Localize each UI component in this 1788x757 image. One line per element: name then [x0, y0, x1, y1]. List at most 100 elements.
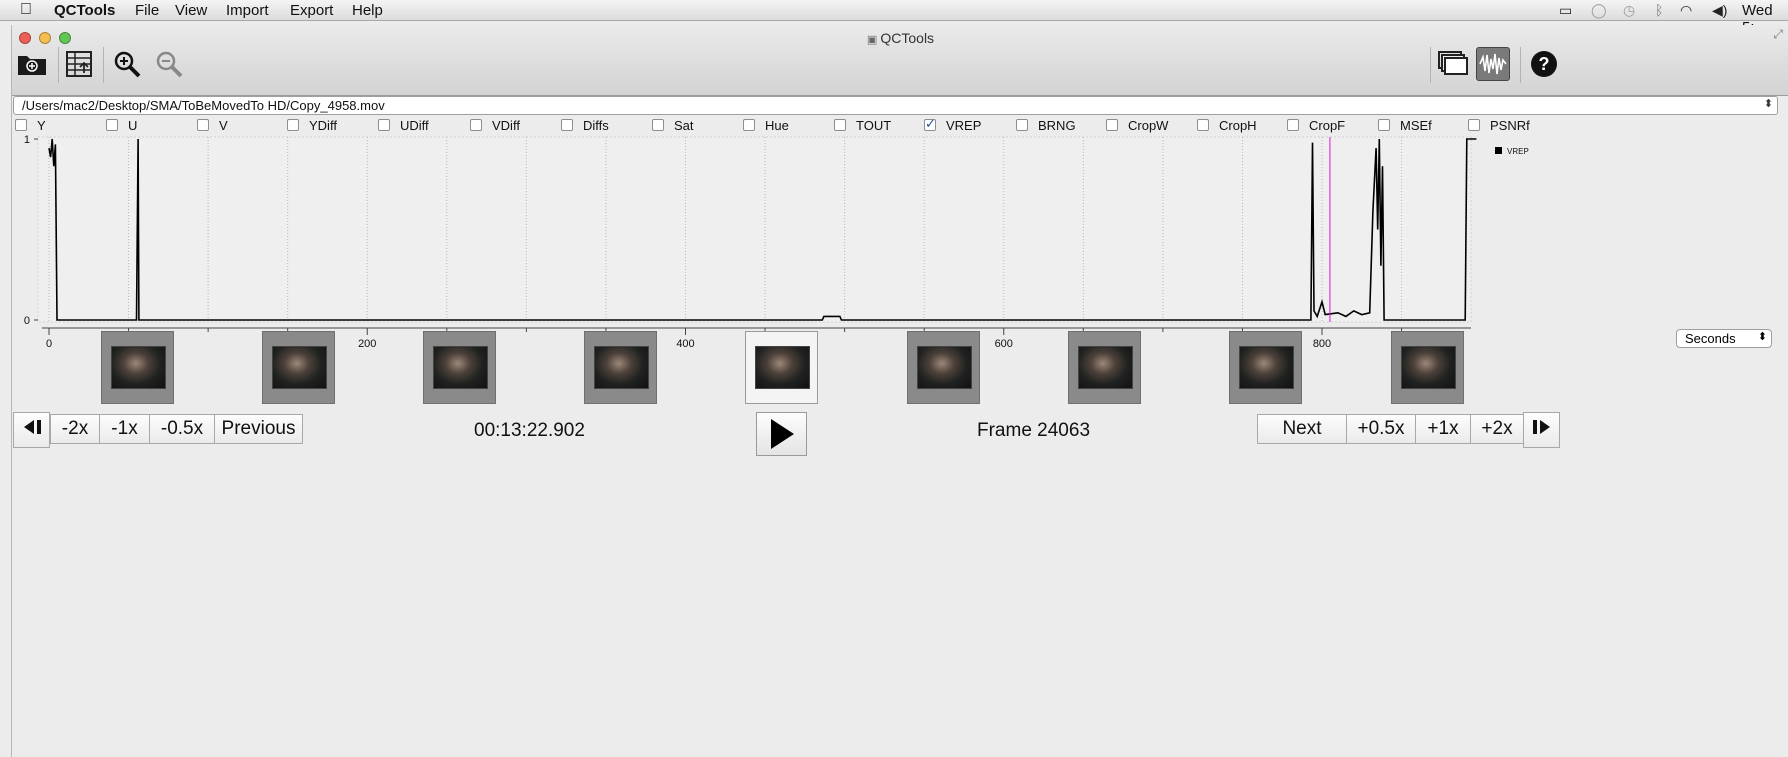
step-back-icon [23, 420, 41, 434]
bluetooth-icon[interactable]: ᛒ [1655, 2, 1663, 18]
filter-checkbox-vdiff[interactable]: VDiff [470, 117, 520, 133]
fullscreen-icon[interactable]: ⤢ [1773, 27, 1783, 42]
file-path-select[interactable]: /Users/mac2/Desktop/SMA/ToBeMovedTo HD/C… [13, 96, 1778, 115]
filter-checkbox-ydiff[interactable]: YDiff [287, 117, 337, 133]
menu-export[interactable]: Export [290, 2, 333, 19]
next-frame-button[interactable] [1523, 412, 1560, 448]
show-frames-button[interactable] [1436, 47, 1470, 81]
checkbox-unchecked-icon[interactable] [1378, 119, 1390, 131]
toolbar-separator [58, 47, 59, 83]
filter-label: YDiff [309, 117, 337, 133]
thumbnail[interactable] [262, 331, 335, 404]
checkbox-unchecked-icon[interactable] [106, 119, 118, 131]
menu-bar:  QCTools File View Import Export Help ▭… [0, 0, 1788, 36]
thumbnail-image [1078, 346, 1133, 389]
previous-button[interactable]: Previous [214, 414, 303, 444]
open-file-button[interactable] [15, 47, 49, 81]
checkbox-unchecked-icon[interactable] [287, 119, 299, 131]
filter-label: CropF [1309, 117, 1346, 133]
thumbnail-image [917, 346, 972, 389]
filter-label: VDiff [492, 117, 520, 133]
speed-minus-2x-button[interactable]: -2x [50, 414, 100, 444]
speed-plus-0-5x-button[interactable]: +0.5x [1346, 414, 1416, 444]
menu-file[interactable]: File [135, 2, 159, 19]
checkbox-unchecked-icon[interactable] [1468, 119, 1480, 131]
thumbnail-image [1401, 346, 1456, 389]
filter-checkbox-psnrf[interactable]: PSNRf [1468, 117, 1530, 133]
y-tick-label: 0 [24, 315, 30, 327]
play-button[interactable] [756, 412, 807, 456]
legend-swatch [1495, 147, 1502, 154]
filter-checkbox-y[interactable]: Y [15, 117, 46, 133]
plot-canvas [37, 136, 1472, 323]
thumbnail[interactable] [1391, 331, 1464, 404]
checkbox-unchecked-icon[interactable] [1287, 119, 1299, 131]
filter-checkbox-cropf[interactable]: CropF [1287, 117, 1345, 133]
checkbox-unchecked-icon[interactable] [378, 119, 390, 131]
show-graphs-button[interactable] [1476, 47, 1510, 81]
menu-import[interactable]: Import [226, 2, 269, 19]
speed-minus-1x-button[interactable]: -1x [99, 414, 150, 444]
x-tick-label: 0 [46, 338, 52, 348]
checkbox-unchecked-icon[interactable] [1106, 119, 1118, 131]
menu-help[interactable]: Help [352, 2, 383, 19]
thumbnail[interactable] [907, 331, 980, 404]
thumbnail[interactable] [1068, 331, 1141, 404]
checkbox-unchecked-icon[interactable] [561, 119, 573, 131]
vrep-graph[interactable]: 0 1 VREP 0 200 400 600 800 [12, 133, 1788, 348]
filter-label: CropW [1128, 117, 1169, 133]
wifi-icon[interactable]: ◠ [1680, 2, 1692, 19]
messages-icon[interactable]: ◯ [1591, 2, 1607, 19]
checkbox-unchecked-icon[interactable] [834, 119, 846, 131]
zoom-in-icon [114, 51, 141, 78]
checkbox-unchecked-icon[interactable] [743, 119, 755, 131]
volume-icon[interactable]: ◀) [1712, 2, 1727, 19]
thumbnail[interactable] [745, 331, 818, 404]
filter-checkbox-sat[interactable]: Sat [652, 117, 694, 133]
filter-checkbox-vrep[interactable]: VREP [924, 116, 982, 133]
filter-checkbox-brng[interactable]: BRNG [1016, 117, 1076, 133]
filter-checkbox-tout[interactable]: TOUT [834, 117, 891, 133]
zoom-out-button[interactable] [152, 47, 186, 81]
airplay-icon[interactable]: ▭ [1559, 2, 1572, 19]
thumbnail[interactable] [1229, 331, 1302, 404]
checkbox-unchecked-icon[interactable] [15, 119, 27, 131]
export-table-button[interactable] [62, 47, 96, 81]
filter-checkbox-u[interactable]: U [106, 117, 137, 133]
filter-checkbox-msef[interactable]: MSEf [1378, 117, 1432, 133]
checkbox-unchecked-icon[interactable] [652, 119, 664, 131]
checkbox-unchecked-icon[interactable] [197, 119, 209, 131]
speed-minus-0-5x-button[interactable]: -0.5x [149, 414, 215, 444]
filter-checkbox-v[interactable]: V [197, 117, 228, 133]
speed-plus-2x-button[interactable]: +2x [1470, 414, 1524, 444]
filter-checkbox-hue[interactable]: Hue [743, 117, 789, 133]
checkbox-unchecked-icon[interactable] [1197, 119, 1209, 131]
play-icon [770, 419, 794, 449]
speed-plus-1x-button[interactable]: +1x [1415, 414, 1471, 444]
filter-label: TOUT [856, 117, 892, 133]
previous-frame-button[interactable] [13, 412, 50, 448]
filter-checkbox-udiff[interactable]: UDiff [378, 117, 429, 133]
folder-add-icon [18, 56, 46, 75]
menu-view[interactable]: View [175, 2, 207, 19]
time-machine-icon[interactable]: ◷ [1623, 2, 1635, 19]
help-button[interactable]: ? [1527, 47, 1561, 81]
x-unit-select[interactable]: Seconds ⬍ [1676, 329, 1772, 348]
thumbnail[interactable] [423, 331, 496, 404]
filter-checkbox-cropw[interactable]: CropW [1106, 117, 1168, 133]
legend-label: VREP [1507, 147, 1529, 156]
filter-checkbox-croph[interactable]: CropH [1197, 117, 1257, 133]
filter-checkbox-diffs[interactable]: Diffs [561, 117, 609, 133]
thumbnail[interactable] [584, 331, 657, 404]
thumbnail[interactable] [101, 331, 174, 404]
zoom-in-button[interactable] [110, 47, 144, 81]
checkbox-unchecked-icon[interactable] [470, 119, 482, 131]
checkbox-unchecked-icon[interactable] [1016, 119, 1028, 131]
filter-label: VREP [946, 117, 982, 133]
apple-icon[interactable]:  [20, 1, 32, 19]
menu-app-name[interactable]: QCTools [54, 2, 115, 19]
next-button[interactable]: Next [1257, 414, 1347, 444]
filter-label: BRNG [1038, 117, 1076, 133]
thumbnail-image [433, 346, 488, 389]
checkbox-checked-icon[interactable] [924, 116, 936, 132]
